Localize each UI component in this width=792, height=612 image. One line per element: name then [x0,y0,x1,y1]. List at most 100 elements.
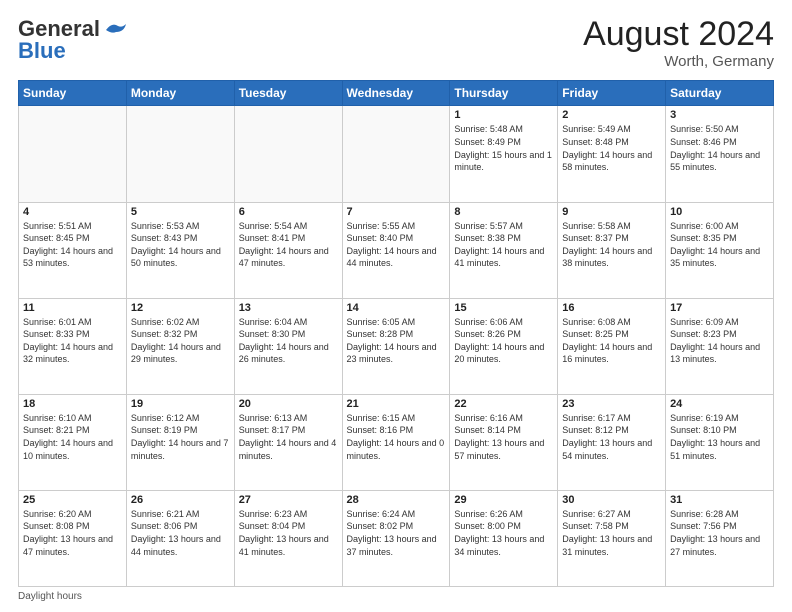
day-info: Sunrise: 6:27 AM Sunset: 7:58 PM Dayligh… [562,508,661,558]
header: General Blue August 2024 Worth, Germany [18,16,774,70]
day-number: 23 [562,398,661,410]
day-info: Sunrise: 6:23 AM Sunset: 8:04 PM Dayligh… [239,508,338,558]
day-info: Sunrise: 5:48 AM Sunset: 8:49 PM Dayligh… [454,123,553,173]
day-number: 1 [454,109,553,121]
day-number: 12 [131,302,230,314]
month-year: August 2024 [583,16,774,53]
table-row: 20 Sunrise: 6:13 AM Sunset: 8:17 PM Dayli… [234,394,342,490]
table-row: 13 Sunrise: 6:04 AM Sunset: 8:30 PM Dayli… [234,298,342,394]
day-info: Sunrise: 6:01 AM Sunset: 8:33 PM Dayligh… [23,316,122,366]
day-number: 29 [454,494,553,506]
day-info: Sunrise: 6:04 AM Sunset: 8:30 PM Dayligh… [239,316,338,366]
table-row: 7 Sunrise: 5:55 AM Sunset: 8:40 PM Daylig… [342,202,450,298]
day-number: 9 [562,206,661,218]
col-wednesday: Wednesday [342,81,450,106]
day-info: Sunrise: 6:17 AM Sunset: 8:12 PM Dayligh… [562,412,661,462]
day-info: Sunrise: 6:24 AM Sunset: 8:02 PM Dayligh… [347,508,446,558]
day-number: 13 [239,302,338,314]
col-tuesday: Tuesday [234,81,342,106]
location: Worth, Germany [583,53,774,70]
day-info: Sunrise: 6:06 AM Sunset: 8:26 PM Dayligh… [454,316,553,366]
day-info: Sunrise: 6:26 AM Sunset: 8:00 PM Dayligh… [454,508,553,558]
table-row: 12Sunrise: 6:02 AM Sunset: 8:32 PM Dayli… [126,298,234,394]
day-number: 15 [454,302,553,314]
col-saturday: Saturday [666,81,774,106]
table-row: 8Sunrise: 5:57 AM Sunset: 8:38 PM Daylig… [450,202,558,298]
col-sunday: Sunday [19,81,127,106]
day-info: Sunrise: 6:10 AM Sunset: 8:21 PM Dayligh… [23,412,122,462]
table-row: 19 Sunrise: 6:12 AM Sunset: 8:19 PM Dayli… [126,394,234,490]
day-info: Sunrise: 5:57 AM Sunset: 8:38 PM Dayligh… [454,220,553,270]
table-row [234,106,342,202]
table-row: 14 Sunrise: 6:05 AM Sunset: 8:28 PM Dayli… [342,298,450,394]
day-number: 17 [670,302,769,314]
day-info: Sunrise: 6:21 AM Sunset: 8:06 PM Dayligh… [131,508,230,558]
day-info: Sunrise: 6:20 AM Sunset: 8:08 PM Dayligh… [23,508,122,558]
day-info: Sunrise: 6:12 AM Sunset: 8:19 PM Dayligh… [131,412,230,462]
table-row: 6 Sunrise: 5:54 AM Sunset: 8:41 PM Daylig… [234,202,342,298]
table-row [19,106,127,202]
title-block: August 2024 Worth, Germany [583,16,774,70]
day-number: 28 [347,494,446,506]
day-info: Sunrise: 6:09 AM Sunset: 8:23 PM Dayligh… [670,316,769,366]
table-row [342,106,450,202]
table-row: 18 Sunrise: 6:10 AM Sunset: 8:21 PM Dayli… [19,394,127,490]
day-number: 31 [670,494,769,506]
table-row: 27 Sunrise: 6:23 AM Sunset: 8:04 PM Dayli… [234,490,342,586]
table-row: 22Sunrise: 6:16 AM Sunset: 8:14 PM Dayli… [450,394,558,490]
col-thursday: Thursday [450,81,558,106]
table-row: 24 Sunrise: 6:19 AM Sunset: 8:10 PM Dayli… [666,394,774,490]
col-friday: Friday [558,81,666,106]
day-info: Sunrise: 5:55 AM Sunset: 8:40 PM Dayligh… [347,220,446,270]
day-number: 14 [347,302,446,314]
day-info: Sunrise: 6:00 AM Sunset: 8:35 PM Dayligh… [670,220,769,270]
day-number: 10 [670,206,769,218]
calendar-header-row: Sunday Monday Tuesday Wednesday Thursday… [19,81,774,106]
day-info: Sunrise: 6:05 AM Sunset: 8:28 PM Dayligh… [347,316,446,366]
day-number: 21 [347,398,446,410]
table-row: 26 Sunrise: 6:21 AM Sunset: 8:06 PM Dayli… [126,490,234,586]
day-number: 5 [131,206,230,218]
table-row: 9 Sunrise: 5:58 AM Sunset: 8:37 PM Daylig… [558,202,666,298]
day-info: Sunrise: 6:08 AM Sunset: 8:25 PM Dayligh… [562,316,661,366]
page: General Blue August 2024 Worth, Germany … [0,0,792,612]
day-number: 7 [347,206,446,218]
day-number: 4 [23,206,122,218]
table-row: 10 Sunrise: 6:00 AM Sunset: 8:35 PM Dayli… [666,202,774,298]
table-row: 29 Sunrise: 6:26 AM Sunset: 8:00 PM Dayli… [450,490,558,586]
table-row: 25 Sunrise: 6:20 AM Sunset: 8:08 PM Dayli… [19,490,127,586]
table-row: 28 Sunrise: 6:24 AM Sunset: 8:02 PM Dayli… [342,490,450,586]
table-row: 16 Sunrise: 6:08 AM Sunset: 8:25 PM Dayli… [558,298,666,394]
day-info: Sunrise: 5:51 AM Sunset: 8:45 PM Dayligh… [23,220,122,270]
day-info: Sunrise: 6:13 AM Sunset: 8:17 PM Dayligh… [239,412,338,462]
day-number: 19 [131,398,230,410]
day-number: 27 [239,494,338,506]
day-info: Sunrise: 5:54 AM Sunset: 8:41 PM Dayligh… [239,220,338,270]
day-number: 6 [239,206,338,218]
table-row: 31Sunrise: 6:28 AM Sunset: 7:56 PM Dayli… [666,490,774,586]
day-number: 2 [562,109,661,121]
calendar-week-1: 1 Sunrise: 5:48 AM Sunset: 8:49 PM Daylig… [19,106,774,202]
calendar-week-5: 25 Sunrise: 6:20 AM Sunset: 8:08 PM Dayli… [19,490,774,586]
day-info: Sunrise: 6:16 AM Sunset: 8:14 PM Dayligh… [454,412,553,462]
day-info: Sunrise: 6:19 AM Sunset: 8:10 PM Dayligh… [670,412,769,462]
table-row: 5Sunrise: 5:53 AM Sunset: 8:43 PM Daylig… [126,202,234,298]
day-number: 26 [131,494,230,506]
table-row: 30Sunrise: 6:27 AM Sunset: 7:58 PM Dayli… [558,490,666,586]
day-info: Sunrise: 6:15 AM Sunset: 8:16 PM Dayligh… [347,412,446,462]
logo-bird-icon [104,20,126,38]
day-number: 16 [562,302,661,314]
col-monday: Monday [126,81,234,106]
day-number: 24 [670,398,769,410]
day-number: 18 [23,398,122,410]
calendar-week-3: 11Sunrise: 6:01 AM Sunset: 8:33 PM Dayli… [19,298,774,394]
logo: General Blue [18,16,126,64]
day-info: Sunrise: 5:49 AM Sunset: 8:48 PM Dayligh… [562,123,661,173]
logo-blue: Blue [18,38,66,64]
day-info: Sunrise: 5:58 AM Sunset: 8:37 PM Dayligh… [562,220,661,270]
table-row: 1 Sunrise: 5:48 AM Sunset: 8:49 PM Daylig… [450,106,558,202]
day-info: Sunrise: 5:50 AM Sunset: 8:46 PM Dayligh… [670,123,769,173]
day-number: 25 [23,494,122,506]
day-number: 20 [239,398,338,410]
table-row [126,106,234,202]
